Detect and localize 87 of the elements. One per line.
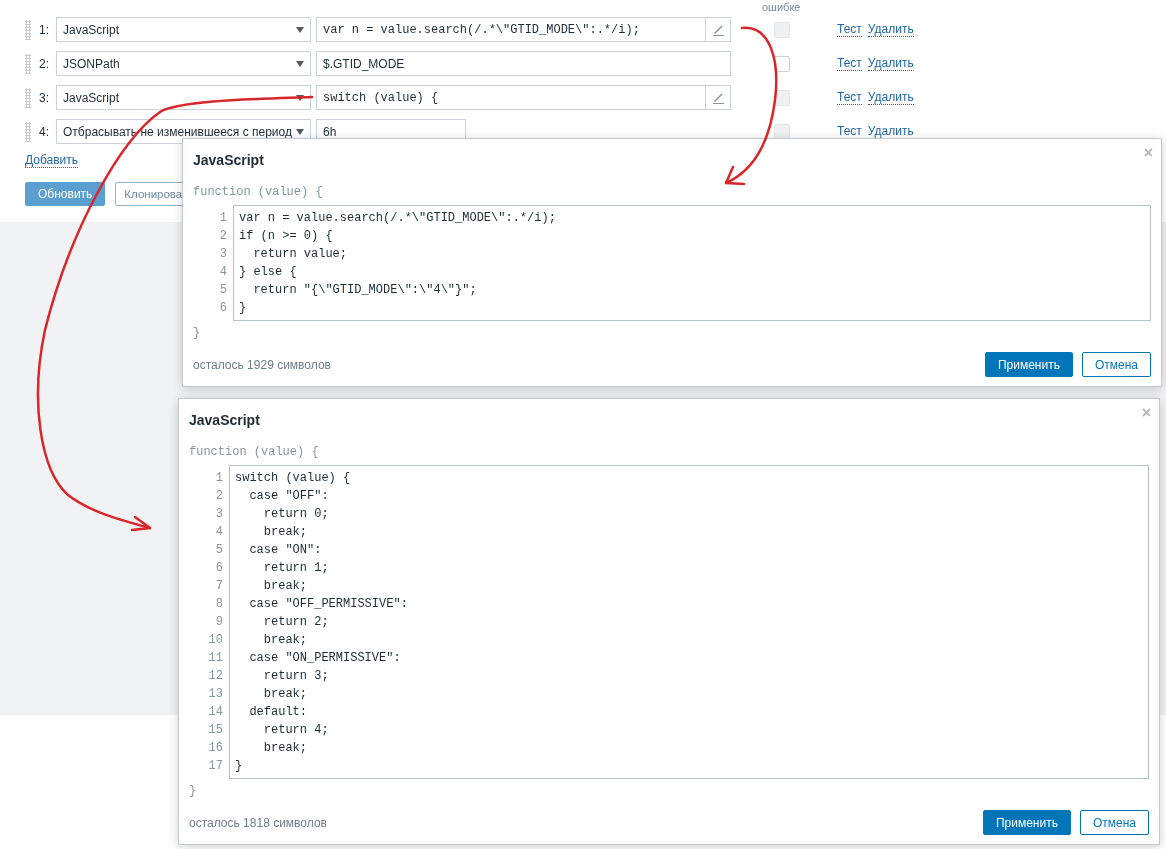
function-header: function (value) { bbox=[189, 444, 320, 461]
code-line: case "ON": bbox=[248, 542, 323, 559]
code-editor[interactable]: switch (value) { case "OFF": return 0; break; case "ON": return 1; break; case "OFF_PERMISSIVE": return 2; break; case "ON_PERMISSIVE": return 3; break; default: return 4; break; } bbox=[229, 465, 1149, 779]
line-number: 10 bbox=[208, 632, 223, 649]
parameter-field[interactable]: switch (value) { bbox=[316, 85, 731, 110]
line-number: 16 bbox=[208, 740, 223, 757]
remove-link[interactable]: Удалить bbox=[867, 56, 914, 71]
code-line: return "{\"GTID_MODE\":\"4\"}"; bbox=[252, 282, 478, 299]
line-number: 12 bbox=[208, 668, 223, 685]
code-line: return 2; bbox=[262, 614, 330, 631]
caret-icon bbox=[296, 26, 304, 33]
code-line: return value; bbox=[252, 246, 349, 263]
line-number: 5 bbox=[215, 542, 223, 559]
code-line: return 1; bbox=[262, 560, 330, 577]
dialog-title: JavaScript bbox=[193, 151, 264, 169]
drag-handle[interactable] bbox=[25, 53, 31, 74]
line-number: 3 bbox=[219, 246, 227, 263]
code-line: break; bbox=[262, 686, 308, 703]
step-number: 3: bbox=[39, 90, 50, 105]
step-number: 2: bbox=[39, 56, 50, 71]
cancel-button[interactable]: Отмена bbox=[1081, 352, 1151, 377]
code-line: break; bbox=[262, 578, 308, 595]
closing-brace: } bbox=[189, 783, 198, 800]
line-number: 4 bbox=[215, 524, 223, 541]
parameter-field[interactable]: var n = value.search(/.*\"GTID_MODE\":.*/i); bbox=[316, 17, 731, 42]
add-link[interactable]: Добавить bbox=[25, 153, 79, 168]
code-line: switch (value) { bbox=[235, 470, 352, 487]
line-number: 8 bbox=[215, 596, 223, 613]
code-line: return 0; bbox=[262, 506, 330, 523]
code-line: if (n >= 0) { bbox=[239, 228, 334, 245]
line-number: 2 bbox=[215, 488, 223, 505]
code-line: break; bbox=[262, 740, 308, 757]
code-line: } bbox=[239, 300, 248, 317]
line-number: 1 bbox=[219, 210, 227, 227]
line-number: 6 bbox=[215, 560, 223, 577]
line-number: 3 bbox=[215, 506, 223, 523]
line-number: 2 bbox=[219, 228, 227, 245]
dialog-title: JavaScript bbox=[189, 411, 260, 429]
line-number: 17 bbox=[208, 758, 223, 775]
line-number: 4 bbox=[219, 264, 227, 281]
parameter-field[interactable]: $.GTID_MODE bbox=[316, 51, 731, 76]
pencil-icon bbox=[711, 91, 725, 104]
line-number: 6 bbox=[219, 300, 227, 317]
line-number: 5 bbox=[219, 282, 227, 299]
remove-link[interactable]: Удалить bbox=[867, 22, 914, 37]
test-link[interactable]: Тест bbox=[837, 56, 862, 71]
line-number: 15 bbox=[208, 722, 223, 739]
closing-brace: } bbox=[193, 325, 202, 342]
apply-button[interactable]: Применить bbox=[982, 810, 1071, 835]
line-number: 13 bbox=[208, 686, 223, 703]
line-number: 1 bbox=[215, 470, 223, 487]
drag-handle[interactable] bbox=[25, 121, 31, 142]
code-line: return 3; bbox=[262, 668, 330, 685]
line-number: 7 bbox=[215, 578, 223, 595]
code-line: } else { bbox=[239, 264, 298, 281]
code-line: case "ON_PERMISSIVE": bbox=[248, 650, 402, 667]
line-number: 11 bbox=[208, 650, 223, 667]
test-link[interactable]: Тест bbox=[837, 22, 862, 37]
code-line: break; bbox=[262, 524, 308, 541]
drag-handle[interactable] bbox=[25, 87, 31, 108]
code-line: var n = value.search(/.*\"GTID_MODE\":.*/i); bbox=[239, 210, 557, 227]
remaining-count: осталось 1929 символов bbox=[193, 357, 331, 372]
step-type-select[interactable]: JavaScript bbox=[56, 17, 311, 42]
code-line: return 4; bbox=[262, 722, 330, 739]
line-number: 14 bbox=[208, 704, 223, 721]
caret-icon bbox=[296, 94, 304, 101]
line-number: 9 bbox=[215, 614, 223, 631]
remaining-count: осталось 1818 символов bbox=[189, 815, 327, 830]
code-line: case "OFF": bbox=[248, 488, 330, 505]
code-line: default: bbox=[248, 704, 308, 721]
remove-link[interactable]: Удалить bbox=[867, 90, 914, 105]
step-type-select[interactable]: JSONPath bbox=[56, 51, 311, 76]
test-link[interactable]: Тест bbox=[837, 90, 862, 105]
step-type-select[interactable]: JavaScript bbox=[56, 85, 311, 110]
code-line: } bbox=[235, 758, 244, 775]
step-number: 1: bbox=[39, 22, 50, 37]
step-number: 4: bbox=[39, 124, 50, 139]
cancel-button[interactable]: Отмена bbox=[1079, 810, 1149, 835]
caret-icon bbox=[296, 128, 304, 135]
caret-icon bbox=[296, 60, 304, 67]
column-header: ошибке bbox=[762, 1, 801, 15]
drag-handle[interactable] bbox=[25, 19, 31, 40]
code-line: case "OFF_PERMISSIVE": bbox=[248, 596, 409, 613]
apply-button[interactable]: Применить bbox=[984, 352, 1073, 377]
code-line: break; bbox=[262, 632, 308, 649]
pencil-icon bbox=[711, 23, 725, 36]
code-editor[interactable]: var n = value.search(/.*\"GTID_MODE\":.*/i); if (n >= 0) { return value; } else { return "{\"GTID_MODE\":\"4\"}"; } bbox=[233, 205, 1151, 321]
